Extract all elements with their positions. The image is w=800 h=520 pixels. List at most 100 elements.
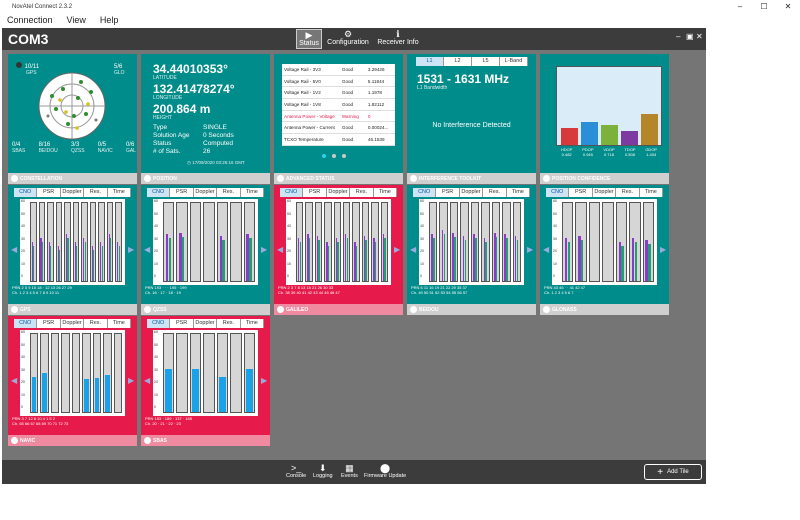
tile-signal-gps[interactable]: CNO PSR Doppler Res. Time 60 50 40 30 20 10 0 ◀ ▶ P… xyxy=(8,185,137,315)
signal-slot xyxy=(562,202,574,282)
chevron-right-icon[interactable]: ▶ xyxy=(394,245,400,254)
menu-view[interactable]: View xyxy=(60,15,93,25)
tab-psr[interactable]: PSR xyxy=(37,188,61,197)
longitude-label: LONGITUDE xyxy=(153,95,183,101)
status-name: TCXO Temperature xyxy=(284,136,324,142)
tab-time[interactable]: Time xyxy=(374,188,398,197)
constellation-icon xyxy=(144,437,151,444)
tab-lband[interactable]: L-Band xyxy=(500,57,528,66)
tile-constellation[interactable]: 10/11 GPS 5/6 GLO 0/4 SBAS 8/16 BEIDOU 3/3… xyxy=(8,54,137,184)
minimize-icon[interactable]: – xyxy=(728,0,752,13)
dop-label: GDOP 1.404 xyxy=(645,147,658,157)
tab-configuration[interactable]: ⚙ Configuration xyxy=(325,29,371,49)
chevron-right-icon[interactable]: ▶ xyxy=(261,376,267,385)
logging-button[interactable]: ⬇ Logging xyxy=(313,463,333,479)
tab-receiver-info[interactable]: ℹ Receiver Info xyxy=(375,29,421,49)
tab-res[interactable]: Res. xyxy=(84,319,108,328)
events-button[interactable]: ▦ Events xyxy=(341,463,358,479)
tile-signal-galileo[interactable]: CNO PSR Doppler Res. Time 60 50 40 30 20 10 0 ◀ ▶ P… xyxy=(274,185,403,315)
tab-time[interactable]: Time xyxy=(108,188,132,197)
gal-stat: 0/6 GAL xyxy=(125,142,136,154)
add-tile-button[interactable]: + Add Tile xyxy=(644,464,702,480)
tile-interference-toolkit[interactable]: L1 L2 L5 L-Band 1531 - 1631 MHz L1 Bandw… xyxy=(407,54,536,184)
tile-signal-qzss[interactable]: CNO PSR Doppler Res. Time 60 50 40 30 20 10 0 ◀ ▶ P… xyxy=(141,185,270,315)
tab-psr[interactable]: PSR xyxy=(569,188,593,197)
close-icon[interactable]: ✕ xyxy=(776,0,800,13)
tab-l1[interactable]: L1 xyxy=(416,57,444,66)
restore-icon[interactable]: ▣ xyxy=(686,32,694,41)
menu-help[interactable]: Help xyxy=(93,15,126,25)
tab-doppler[interactable]: Doppler xyxy=(194,188,218,197)
signal-bar xyxy=(365,239,367,281)
tab-l2[interactable]: L2 xyxy=(444,57,472,66)
tab-cno[interactable]: CNO xyxy=(147,188,171,197)
signal-bar xyxy=(84,242,86,281)
tab-res[interactable]: Res. xyxy=(616,188,640,197)
tab-cno[interactable]: CNO xyxy=(546,188,570,197)
tab-time[interactable]: Time xyxy=(241,188,265,197)
tab-psr[interactable]: PSR xyxy=(303,188,327,197)
tab-time[interactable]: Time xyxy=(108,319,132,328)
tab-cno[interactable]: CNO xyxy=(14,319,38,328)
close-icon[interactable]: ✕ xyxy=(696,32,703,41)
chevron-left-icon[interactable]: ◀ xyxy=(11,376,17,385)
tab-time[interactable]: Time xyxy=(241,319,265,328)
tab-res[interactable]: Res. xyxy=(84,188,108,197)
signal-slot xyxy=(30,333,39,413)
tab-cno[interactable]: CNO xyxy=(413,188,437,197)
tab-doppler[interactable]: Doppler xyxy=(593,188,617,197)
page-dots[interactable] xyxy=(322,154,346,158)
tab-l5[interactable]: L5 xyxy=(472,57,500,66)
tab-cno[interactable]: CNO xyxy=(14,188,38,197)
signal-chart: 60 50 40 30 20 10 0 xyxy=(419,199,524,285)
tab-doppler[interactable]: Doppler xyxy=(460,188,484,197)
tab-res[interactable]: Res. xyxy=(350,188,374,197)
dop-bar xyxy=(621,131,638,145)
tab-doppler[interactable]: Doppler xyxy=(194,319,218,328)
tab-doppler[interactable]: Doppler xyxy=(61,319,85,328)
tab-cno[interactable]: CNO xyxy=(147,319,171,328)
tab-psr[interactable]: PSR xyxy=(436,188,460,197)
tab-time[interactable]: Time xyxy=(640,188,664,197)
tile-signal-navic[interactable]: CNO PSR Doppler Res. Time 60 50 40 30 20 10 0 ◀ ▶ P… xyxy=(8,316,137,446)
chevron-left-icon[interactable]: ◀ xyxy=(543,245,549,254)
tile-signal-glonass[interactable]: CNO PSR Doppler Res. Time 60 50 40 30 20 10 0 ◀ ▶ P… xyxy=(540,185,669,315)
tab-doppler[interactable]: Doppler xyxy=(61,188,85,197)
chevron-left-icon[interactable]: ◀ xyxy=(144,376,150,385)
tile-signal-sbas[interactable]: CNO PSR Doppler Res. Time 60 50 40 30 20 10 0 ◀ ▶ P… xyxy=(141,316,270,446)
tab-psr[interactable]: PSR xyxy=(170,319,194,328)
tile-signal-beidou[interactable]: CNO PSR Doppler Res. Time 60 50 40 30 20 10 0 ◀ ▶ P… xyxy=(407,185,536,315)
menu-connection[interactable]: Connection xyxy=(0,15,60,25)
minimize-icon[interactable]: – xyxy=(676,32,680,41)
tab-status[interactable]: ▶ Status xyxy=(296,29,322,49)
chevron-left-icon[interactable]: ◀ xyxy=(277,245,283,254)
tab-res[interactable]: Res. xyxy=(483,188,507,197)
tab-doppler[interactable]: Doppler xyxy=(327,188,351,197)
chevron-right-icon[interactable]: ▶ xyxy=(660,245,666,254)
tab-cno[interactable]: CNO xyxy=(280,188,304,197)
firmware-update-button[interactable]: ⬤ Firmware Update xyxy=(364,463,406,479)
height-value: 200.864 m xyxy=(153,102,211,116)
tile-position-confidence[interactable]: HDOP 0.482 PDOP 0.945 VDOP 0.718 TDOP 0.508 GDOP… xyxy=(540,54,669,184)
maximize-icon[interactable]: ☐ xyxy=(752,0,776,13)
chevron-left-icon[interactable]: ◀ xyxy=(11,245,17,254)
console-button[interactable]: >_ Console xyxy=(286,463,306,479)
chevron-right-icon[interactable]: ▶ xyxy=(527,245,533,254)
signal-bar xyxy=(648,244,651,281)
signal-bar xyxy=(219,376,226,412)
chevron-right-icon[interactable]: ▶ xyxy=(128,376,134,385)
tab-psr[interactable]: PSR xyxy=(170,188,194,197)
chevron-right-icon[interactable]: ▶ xyxy=(128,245,134,254)
chevron-left-icon[interactable]: ◀ xyxy=(144,245,150,254)
tile-position[interactable]: 34.44010353° LATITUDE 132.41478274° LONG… xyxy=(141,54,270,184)
tab-psr[interactable]: PSR xyxy=(37,319,61,328)
signal-slot xyxy=(352,202,360,282)
toolkit-icon xyxy=(410,175,417,182)
dop-bar xyxy=(581,122,598,145)
tab-time[interactable]: Time xyxy=(507,188,531,197)
chevron-right-icon[interactable]: ▶ xyxy=(261,245,267,254)
tab-res[interactable]: Res. xyxy=(217,319,241,328)
tile-advanced-status[interactable]: Voltage Rail - 3V3 Good 3.29426 Voltage Rai… xyxy=(274,54,403,184)
chevron-left-icon[interactable]: ◀ xyxy=(410,245,416,254)
tab-res[interactable]: Res. xyxy=(217,188,241,197)
